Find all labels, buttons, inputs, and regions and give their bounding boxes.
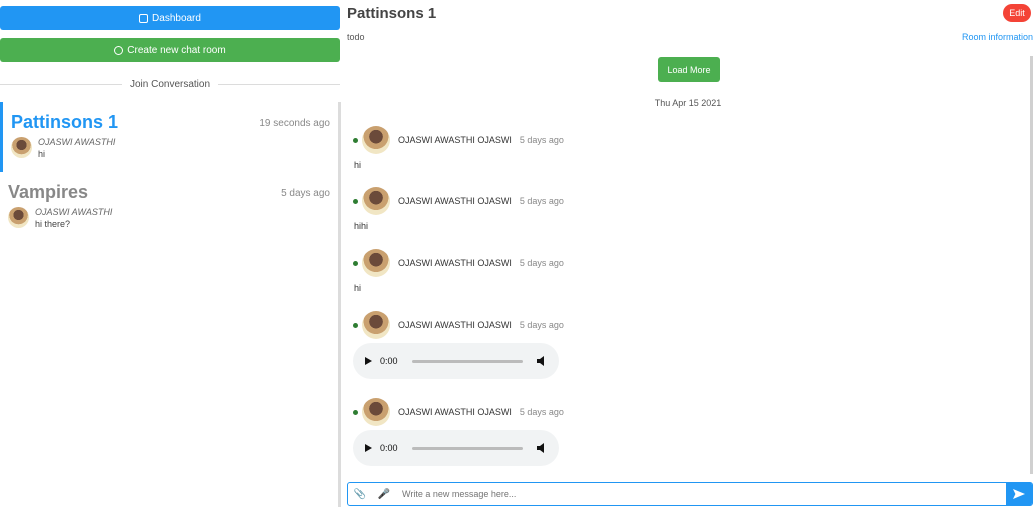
play-icon[interactable] (365, 444, 372, 452)
online-indicator (353, 409, 358, 415)
avatar (8, 207, 29, 228)
divider-line (0, 83, 122, 85)
sidebar-scrollbar[interactable] (338, 102, 341, 507)
room-name: Pattinsons 1 (347, 5, 437, 22)
avatar (362, 398, 390, 426)
avatar (362, 311, 390, 339)
avatar (362, 249, 390, 277)
online-indicator (353, 260, 358, 266)
message-feed: Load More Thu Apr 15 2021 OJASWI AWASTHI… (343, 50, 1033, 474)
room-title: Vampires (8, 182, 89, 202)
message-text: hihi (354, 221, 369, 231)
message-time: 5 days ago (519, 407, 564, 417)
avatar (362, 187, 390, 215)
audio-player[interactable]: 0:00 (353, 430, 559, 466)
sidebar: Dashboard Create new chat room Join Conv… (0, 0, 341, 507)
room-information-link[interactable]: Room information (962, 32, 1033, 42)
message-item: OJASWI AWASTHI OJASWI 5 days ago hihi (353, 187, 953, 231)
send-button[interactable] (1006, 482, 1032, 506)
join-conversation-label: Join Conversation (129, 78, 211, 90)
audio-time: 0:00 (380, 356, 398, 366)
create-room-label: Create new chat room (127, 44, 226, 56)
room-time: 5 days ago (281, 188, 330, 199)
last-message-text: hi there? (35, 219, 71, 229)
room-item-vampires[interactable]: Vampires 5 days ago OJASWI AWASTHI hi th… (0, 172, 336, 242)
divider-line (218, 83, 341, 85)
message-sender: OJASWI AWASTHI OJASWI (398, 135, 512, 145)
message-item: OJASWI AWASTHI OJASWI 5 days ago 0:00 (353, 398, 953, 466)
message-text: hi (354, 283, 362, 293)
message-item: OJASWI AWASTHI OJASWI 5 days ago hi (353, 249, 953, 293)
lightbulb-icon (114, 45, 124, 55)
chat-panel: Pattinsons 1 todo Edit Room information … (343, 0, 1033, 507)
online-indicator (353, 137, 358, 143)
last-sender: OJASWI AWASTHI (38, 137, 116, 147)
date-separator: Thu Apr 15 2021 (654, 98, 722, 108)
last-message-text: hi (38, 149, 46, 159)
audio-progress[interactable] (411, 446, 523, 450)
send-icon (1013, 489, 1025, 499)
audio-time: 0:00 (380, 443, 398, 453)
message-item: OJASWI AWASTHI OJASWI 5 days ago 0:00 (353, 311, 953, 379)
avatar (362, 126, 390, 154)
message-sender: OJASWI AWASTHI OJASWI (398, 196, 512, 206)
avatar (11, 137, 32, 158)
create-room-button[interactable]: Create new chat room (0, 38, 340, 62)
message-sender: OJASWI AWASTHI OJASWI (398, 258, 512, 268)
chat-app: Dashboard Create new chat room Join Conv… (0, 0, 1033, 507)
message-sender: OJASWI AWASTHI OJASWI (398, 320, 512, 330)
message-sender: OJASWI AWASTHI OJASWI (398, 407, 512, 417)
room-item-pattinsons[interactable]: Pattinsons 1 19 seconds ago OJASWI AWAST… (0, 102, 336, 172)
audio-player[interactable]: 0:00 (353, 343, 559, 379)
room-description: todo (347, 32, 365, 42)
room-last-message: OJASWI AWASTHI hi (11, 137, 328, 160)
room-last-message: OJASWI AWASTHI hi there? (8, 207, 328, 230)
message-text: hi (354, 160, 362, 170)
join-conversation-divider: Join Conversation (0, 76, 341, 92)
dashboard-button[interactable]: Dashboard (0, 6, 340, 30)
room-time: 19 seconds ago (259, 118, 330, 129)
message-composer: 📎 🎤 (347, 482, 1033, 506)
dashboard-icon (139, 13, 149, 23)
message-time: 5 days ago (519, 196, 564, 206)
dashboard-label: Dashboard (152, 12, 201, 24)
message-input[interactable] (396, 484, 1006, 504)
load-more-button[interactable]: Load More (658, 57, 720, 82)
volume-icon[interactable] (537, 443, 544, 453)
message-time: 5 days ago (519, 320, 564, 330)
online-indicator (353, 322, 358, 328)
microphone-icon[interactable]: 🎤 (372, 483, 396, 505)
volume-icon[interactable] (537, 356, 544, 366)
message-time: 5 days ago (519, 135, 564, 145)
paperclip-icon[interactable]: 📎 (348, 483, 372, 505)
play-icon[interactable] (365, 357, 372, 365)
message-item: OJASWI AWASTHI OJASWI 5 days ago hi (353, 126, 953, 170)
last-sender: OJASWI AWASTHI (35, 207, 113, 217)
online-indicator (353, 198, 358, 204)
edit-button[interactable]: Edit (1003, 4, 1031, 22)
audio-progress[interactable] (411, 359, 523, 363)
message-time: 5 days ago (519, 258, 564, 268)
room-list: Pattinsons 1 19 seconds ago OJASWI AWAST… (0, 102, 341, 507)
